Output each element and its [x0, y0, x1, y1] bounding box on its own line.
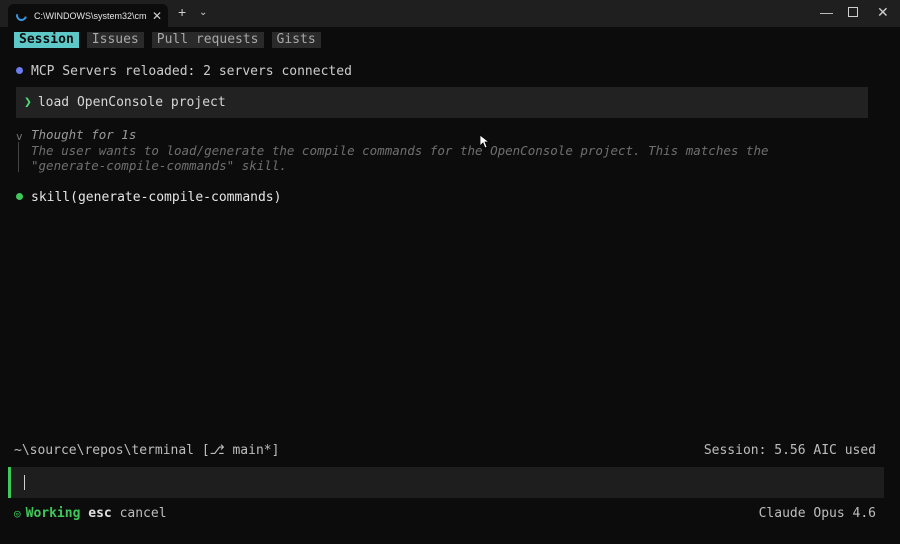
mcp-status-text: MCP Servers reloaded: 2 servers connecte… [31, 64, 352, 79]
new-tab-icon[interactable]: + [178, 5, 186, 19]
tab-session[interactable]: Session [14, 32, 79, 48]
title-bar: C:\WINDOWS\system32\cmd. ✕ + ⌄ — ✕ [0, 0, 900, 27]
skill-line: skill(generate-compile-commands) [16, 190, 281, 205]
mcp-status-line: MCP Servers reloaded: 2 servers connecte… [16, 64, 352, 79]
tab-title: C:\WINDOWS\system32\cmd. [34, 10, 146, 21]
tab-pull-requests[interactable]: Pull requests [151, 32, 264, 48]
collapse-chevron-icon[interactable]: v [16, 130, 23, 143]
mouse-pointer-icon [480, 135, 490, 149]
minimize-icon[interactable]: — [820, 6, 833, 19]
working-label: Working [25, 506, 81, 521]
tab-close-icon[interactable]: ✕ [152, 10, 162, 22]
repo-path: ~\source\repos\terminal [⎇ main*] [14, 443, 280, 458]
thought-text-line-2: "generate-compile-commands" skill. [31, 158, 287, 173]
maximize-icon[interactable] [848, 7, 858, 17]
prompt-text: load OpenConsole project [37, 95, 226, 110]
nav-tabs: Session Issues Pull requests Gists [14, 32, 321, 48]
working-spinner-icon: ◎ [14, 507, 21, 520]
skill-text: skill(generate-compile-commands) [31, 190, 282, 205]
chevron-down-icon[interactable]: ⌄ [199, 8, 207, 18]
esc-key-hint: esc [88, 506, 112, 521]
session-usage: Session: 5.56 AIC used [703, 443, 876, 458]
thought-divider [18, 142, 19, 172]
loading-spinner-icon [13, 7, 30, 24]
thought-title[interactable]: Thought for 1s [31, 127, 136, 142]
model-name: Claude Opus 4.6 [758, 506, 876, 521]
status-dot-icon [16, 193, 23, 200]
status-dot-icon [16, 67, 23, 74]
working-status: ◎ Working esc cancel [14, 506, 167, 521]
thought-text-line-1: The user wants to load/generate the comp… [31, 143, 769, 158]
tab-gists[interactable]: Gists [271, 32, 321, 48]
text-caret [24, 475, 25, 490]
user-prompt: ❯ load OpenConsole project [16, 87, 868, 118]
terminal-tab[interactable]: C:\WINDOWS\system32\cmd. ✕ [8, 4, 168, 27]
tab-issues[interactable]: Issues [86, 32, 144, 48]
prompt-chevron-icon: ❯ [24, 95, 32, 110]
cancel-label[interactable]: cancel [120, 506, 167, 521]
close-window-icon[interactable]: ✕ [877, 5, 889, 19]
chat-input[interactable] [8, 467, 884, 498]
